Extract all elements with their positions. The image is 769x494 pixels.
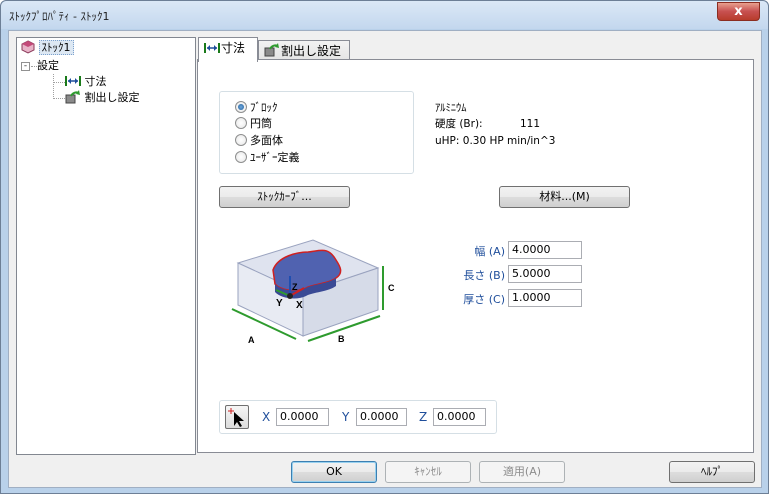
label-a: A	[248, 335, 255, 345]
origin-group: X 0.0000 Y 0.0000 Z 0.0000	[219, 400, 497, 434]
collapse-icon[interactable]: -	[21, 62, 30, 71]
hardness-value: 111	[520, 118, 541, 130]
tree-label-stock: ｽﾄｯｸ1	[38, 40, 74, 55]
stock-properties-window: ｽﾄｯｸﾌﾟﾛﾊﾟﾃｨ - ｽﾄｯｸ1 x ｽﾄｯｸ1 - 設定 寸法 割出し設…	[0, 0, 769, 494]
radio-polyhedron[interactable]: 多面体	[235, 133, 283, 149]
length-field[interactable]: 5.0000	[508, 265, 582, 283]
tree-item-stock[interactable]: ｽﾄｯｸ1	[21, 40, 74, 56]
close-button[interactable]: x	[717, 2, 760, 21]
length-label: 長さ (B)	[463, 269, 505, 282]
tab-label: 割出し設定	[281, 44, 342, 58]
tab-panel-dimensions: ﾌﾞﾛｯｸ 円筒 多面体 ﾕｰｻﾞｰ定義 ｱﾙﾐﾆｳﾑ 硬度 (Br): 111…	[197, 59, 754, 453]
radio-indicator[interactable]	[235, 134, 247, 146]
help-button[interactable]: ﾍﾙﾌﾟ	[669, 461, 755, 483]
tree-label-dimensions: 寸法	[84, 75, 107, 88]
uhp-value: uHP: 0.30 HP min/in^3	[435, 135, 556, 147]
radio-label: 多面体	[250, 134, 283, 147]
apply-button[interactable]: 適用(A)	[479, 461, 565, 483]
radio-indicator[interactable]	[235, 151, 247, 163]
radio-cylinder[interactable]: 円筒	[235, 116, 272, 132]
width-field[interactable]: 4.0000	[508, 241, 582, 259]
origin-y-field[interactable]: 0.0000	[356, 408, 407, 426]
tree-label-settings: 設定	[37, 59, 59, 72]
pick-point-button[interactable]	[225, 405, 249, 429]
ok-button[interactable]: OK	[291, 461, 377, 483]
tree-item-indexing[interactable]: 割出し設定	[65, 90, 140, 106]
indexing-icon	[264, 43, 279, 57]
radio-label: 円筒	[250, 117, 272, 130]
shape-group: ﾌﾞﾛｯｸ 円筒 多面体 ﾕｰｻﾞｰ定義	[219, 91, 414, 174]
title-bar[interactable]: ｽﾄｯｸﾌﾟﾛﾊﾟﾃｨ - ｽﾄｯｸ1 x	[1, 1, 768, 29]
radio-user-defined[interactable]: ﾕｰｻﾞｰ定義	[235, 150, 300, 166]
tab-dimensions[interactable]: 寸法	[198, 37, 258, 62]
settings-tree[interactable]: ｽﾄｯｸ1 - 設定 寸法 割出し設定	[16, 37, 196, 455]
hardness-label: 硬度 (Br):	[435, 118, 483, 130]
thickness-field[interactable]: 1.0000	[508, 289, 582, 307]
label-c: C	[388, 283, 395, 293]
origin-z-label: Z	[419, 410, 428, 424]
label-y: Y	[276, 298, 283, 309]
radio-block[interactable]: ﾌﾞﾛｯｸ	[235, 100, 278, 116]
radio-indicator[interactable]	[235, 117, 247, 129]
origin-y-label: Y	[342, 410, 350, 424]
origin-dot	[287, 293, 293, 299]
tree-label-indexing: 割出し設定	[84, 91, 140, 104]
material-button[interactable]: 材料...(M)	[499, 186, 630, 208]
tree-item-dimensions[interactable]: 寸法	[65, 74, 107, 90]
radio-indicator[interactable]	[235, 101, 247, 113]
tree-line	[53, 82, 65, 83]
dialog-body: ｽﾄｯｸ1 - 設定 寸法 割出し設定 寸法 割出し設定 ﾌﾞﾛｯｸ 円筒 多面…	[8, 30, 762, 488]
label-x: X	[296, 300, 303, 311]
tree-line	[53, 98, 65, 99]
tree-line	[53, 74, 54, 99]
cancel-button[interactable]: ｷｬﾝｾﾙ	[385, 461, 471, 483]
origin-z-field[interactable]: 0.0000	[433, 408, 486, 426]
thickness-label: 厚さ (C)	[463, 293, 505, 306]
radio-label: ﾌﾞﾛｯｸ	[250, 101, 278, 114]
label-b: B	[338, 334, 345, 344]
origin-x-label: X	[262, 410, 271, 424]
material-name: ｱﾙﾐﾆｳﾑ	[435, 102, 467, 114]
dimension-icon	[204, 43, 220, 53]
window-title: ｽﾄｯｸﾌﾟﾛﾊﾟﾃｨ - ｽﾄｯｸ1	[9, 10, 110, 23]
tree-item-settings[interactable]: 設定	[37, 58, 59, 74]
stock-diagram: A B C Z Y X	[231, 239, 395, 345]
cursor-pick-icon	[228, 408, 244, 427]
indexing-icon	[65, 90, 80, 104]
radio-label: ﾕｰｻﾞｰ定義	[250, 151, 300, 164]
label-z: Z	[292, 282, 298, 292]
stock-curve-button[interactable]: ｽﾄｯｸｶｰﾌﾞ...	[219, 186, 350, 208]
origin-x-field[interactable]: 0.0000	[276, 408, 329, 426]
stock-icon	[21, 40, 35, 54]
dimension-icon	[65, 76, 81, 86]
width-label: 幅 (A)	[474, 245, 505, 258]
tab-label: 寸法	[221, 41, 246, 55]
